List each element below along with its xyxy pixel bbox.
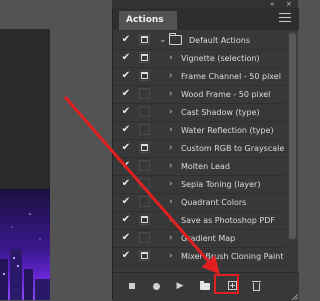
chevron-right-icon[interactable]: › bbox=[169, 86, 173, 103]
chevron-right-icon[interactable]: › bbox=[169, 194, 173, 211]
chevron-right-icon[interactable]: › bbox=[169, 158, 173, 175]
folder-icon bbox=[200, 281, 210, 290]
action-label: Cast Shadow (type) bbox=[181, 108, 260, 117]
scrollbar[interactable] bbox=[288, 32, 297, 240]
toggle-item-checkbox[interactable]: ✔ bbox=[120, 195, 132, 209]
stop-button[interactable] bbox=[125, 279, 139, 293]
toggle-dialog-icon[interactable] bbox=[139, 124, 150, 135]
action-label: Frame Channel - 50 pixel bbox=[181, 72, 281, 81]
action-label: Wood Frame - 50 pixel bbox=[181, 90, 271, 99]
scrollbar-thumb[interactable] bbox=[289, 33, 296, 239]
toggle-item-checkbox[interactable]: ✔ bbox=[120, 33, 132, 47]
chevron-down-icon[interactable]: ⌄ bbox=[159, 32, 167, 49]
play-button[interactable]: ▶ bbox=[173, 279, 187, 293]
action-row[interactable]: ✔ › Gradient Map bbox=[113, 230, 286, 248]
chevron-right-icon[interactable]: › bbox=[169, 230, 173, 247]
hamburger-menu-icon[interactable] bbox=[279, 13, 291, 23]
actions-panel: Actions ✔ ⌄ Default Actions ✔ › Vignette (sel… bbox=[112, 8, 299, 301]
toggle-dialog-icon[interactable] bbox=[139, 70, 150, 81]
toggle-item-checkbox[interactable]: ✔ bbox=[120, 231, 132, 245]
toggle-dialog-icon[interactable] bbox=[139, 34, 150, 45]
action-row[interactable]: ✔ › Cast Shadow (type) bbox=[113, 104, 286, 122]
toggle-dialog-icon[interactable] bbox=[139, 88, 150, 99]
tab-actions[interactable]: Actions bbox=[119, 11, 177, 30]
toggle-dialog-icon[interactable] bbox=[139, 106, 150, 117]
action-row[interactable]: ✔ › Quadrant Colors bbox=[113, 194, 286, 212]
document-canvas[interactable] bbox=[0, 29, 50, 300]
action-label: Vignette (selection) bbox=[181, 54, 260, 63]
toggle-dialog-icon[interactable] bbox=[139, 160, 150, 171]
toggle-item-checkbox[interactable]: ✔ bbox=[120, 87, 132, 101]
record-icon bbox=[152, 282, 160, 290]
toggle-dialog-icon[interactable] bbox=[139, 52, 150, 63]
play-icon: ▶ bbox=[176, 281, 184, 291]
action-row[interactable]: ✔ › Sepia Toning (layer) bbox=[113, 176, 286, 194]
action-row[interactable]: ✔ › Water Reflection (type) bbox=[113, 122, 286, 140]
toggle-item-checkbox[interactable]: ✔ bbox=[120, 123, 132, 137]
chevron-right-icon[interactable]: › bbox=[169, 104, 173, 121]
toggle-dialog-icon[interactable] bbox=[139, 214, 150, 225]
chevron-right-icon[interactable]: › bbox=[169, 212, 173, 229]
toggle-item-checkbox[interactable]: ✔ bbox=[120, 51, 132, 65]
stop-icon bbox=[129, 283, 135, 289]
toggle-dialog-icon[interactable] bbox=[139, 250, 150, 261]
action-row[interactable]: ✔ › Wood Frame - 50 pixel bbox=[113, 86, 286, 104]
action-label: Gradient Map bbox=[181, 234, 236, 243]
chevron-right-icon[interactable]: › bbox=[169, 140, 173, 157]
toggle-item-checkbox[interactable]: ✔ bbox=[120, 213, 132, 227]
record-button[interactable] bbox=[149, 279, 163, 293]
delete-button[interactable] bbox=[249, 279, 263, 293]
chevron-right-icon[interactable]: › bbox=[169, 248, 173, 265]
toggle-dialog-icon[interactable] bbox=[139, 232, 150, 243]
chevron-right-icon[interactable]: › bbox=[169, 68, 173, 85]
action-row[interactable]: ✔ › Vignette (selection) bbox=[113, 50, 286, 68]
canvas-area bbox=[0, 0, 112, 300]
toggle-item-checkbox[interactable]: ✔ bbox=[120, 249, 132, 263]
action-label: Mixer Brush Cloning Paint ... bbox=[181, 252, 285, 261]
chevron-right-icon[interactable]: › bbox=[169, 176, 173, 193]
action-row[interactable]: ✔ › Custom RGB to Grayscale bbox=[113, 140, 286, 158]
action-label: Water Reflection (type) bbox=[181, 126, 274, 135]
toggle-item-checkbox[interactable]: ✔ bbox=[120, 177, 132, 191]
annotation-highlight-box bbox=[214, 274, 239, 294]
close-panel-icon[interactable]: × bbox=[286, 0, 292, 8]
resize-grip-icon[interactable] bbox=[290, 292, 298, 300]
document-image bbox=[0, 29, 50, 300]
action-label: Molten Lead bbox=[181, 162, 230, 171]
actions-list: ✔ ⌄ Default Actions ✔ › Vignette (selection) ✔… bbox=[113, 32, 286, 266]
chevron-right-icon[interactable]: › bbox=[169, 122, 173, 139]
action-label: Sepia Toning (layer) bbox=[181, 180, 261, 189]
action-label: Quadrant Colors bbox=[181, 198, 247, 207]
action-row[interactable]: ✔ › Frame Channel - 50 pixel bbox=[113, 68, 286, 86]
toggle-item-checkbox[interactable]: ✔ bbox=[120, 159, 132, 173]
collapse-panels-icon[interactable]: « bbox=[270, 0, 274, 8]
action-set-row[interactable]: ✔ ⌄ Default Actions bbox=[113, 32, 286, 50]
action-label: Save as Photoshop PDF bbox=[181, 216, 275, 225]
chevron-right-icon[interactable]: › bbox=[169, 50, 173, 67]
toggle-dialog-icon[interactable] bbox=[139, 196, 150, 207]
toggle-item-checkbox[interactable]: ✔ bbox=[120, 141, 132, 155]
toggle-item-checkbox[interactable]: ✔ bbox=[120, 105, 132, 119]
folder-icon bbox=[169, 33, 182, 45]
toggle-dialog-icon[interactable] bbox=[139, 142, 150, 153]
action-row[interactable]: ✔ › Mixer Brush Cloning Paint ... bbox=[113, 248, 286, 266]
action-row[interactable]: ✔ › Save as Photoshop PDF bbox=[113, 212, 286, 230]
panel-tab-bar: Actions bbox=[113, 8, 299, 30]
create-new-set-button[interactable] bbox=[198, 279, 212, 293]
toggle-item-checkbox[interactable]: ✔ bbox=[120, 69, 132, 83]
trash-icon bbox=[251, 281, 261, 291]
toggle-dialog-icon[interactable] bbox=[139, 178, 150, 189]
actions-toolbar: ▶ bbox=[113, 272, 299, 301]
action-row[interactable]: ✔ › Molten Lead bbox=[113, 158, 286, 176]
action-label: Default Actions bbox=[189, 36, 250, 45]
action-label: Custom RGB to Grayscale bbox=[181, 144, 285, 153]
